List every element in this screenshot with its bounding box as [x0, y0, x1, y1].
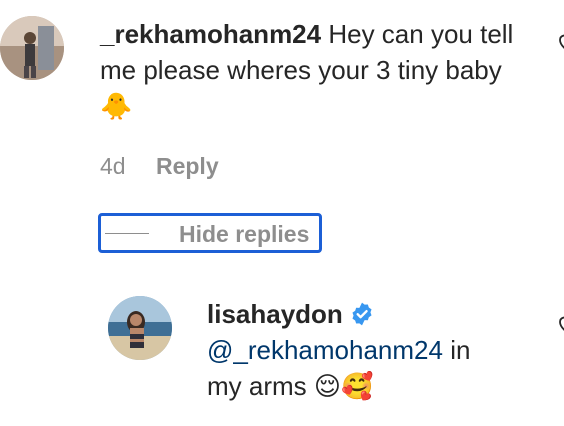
- reply-mention[interactable]: @_rekhamohanm24: [207, 335, 443, 365]
- comment-timestamp: 4d: [100, 153, 126, 179]
- heart-icon[interactable]: [556, 312, 564, 336]
- reply-button[interactable]: Reply: [156, 153, 219, 179]
- reply-emojis: 😌🥰: [313, 372, 374, 402]
- hide-replies-button[interactable]: Hide replies: [98, 213, 322, 253]
- heart-icon[interactable]: [556, 30, 564, 54]
- commenter-avatar[interactable]: [0, 16, 64, 80]
- chick-emoji: 🐥: [100, 92, 133, 122]
- reply-body: lisahaydon @_rekhamohanm24 in my arms 😌🥰: [207, 296, 537, 405]
- reply-avatar[interactable]: [108, 296, 172, 360]
- hide-replies-label: Hide replies: [179, 221, 310, 247]
- reply-text-part2: my arms: [207, 371, 307, 401]
- comment-body: _rekhamohanm24 Hey can you tell me pleas…: [100, 16, 540, 125]
- reply-text-part1: in: [450, 335, 471, 365]
- replies-divider-line: [105, 233, 149, 234]
- verified-badge-icon: [352, 302, 372, 326]
- comment-username[interactable]: _rekhamohanm24: [100, 19, 321, 49]
- reply-username[interactable]: lisahaydon: [207, 299, 343, 329]
- comment-meta: 4d Reply: [100, 150, 219, 182]
